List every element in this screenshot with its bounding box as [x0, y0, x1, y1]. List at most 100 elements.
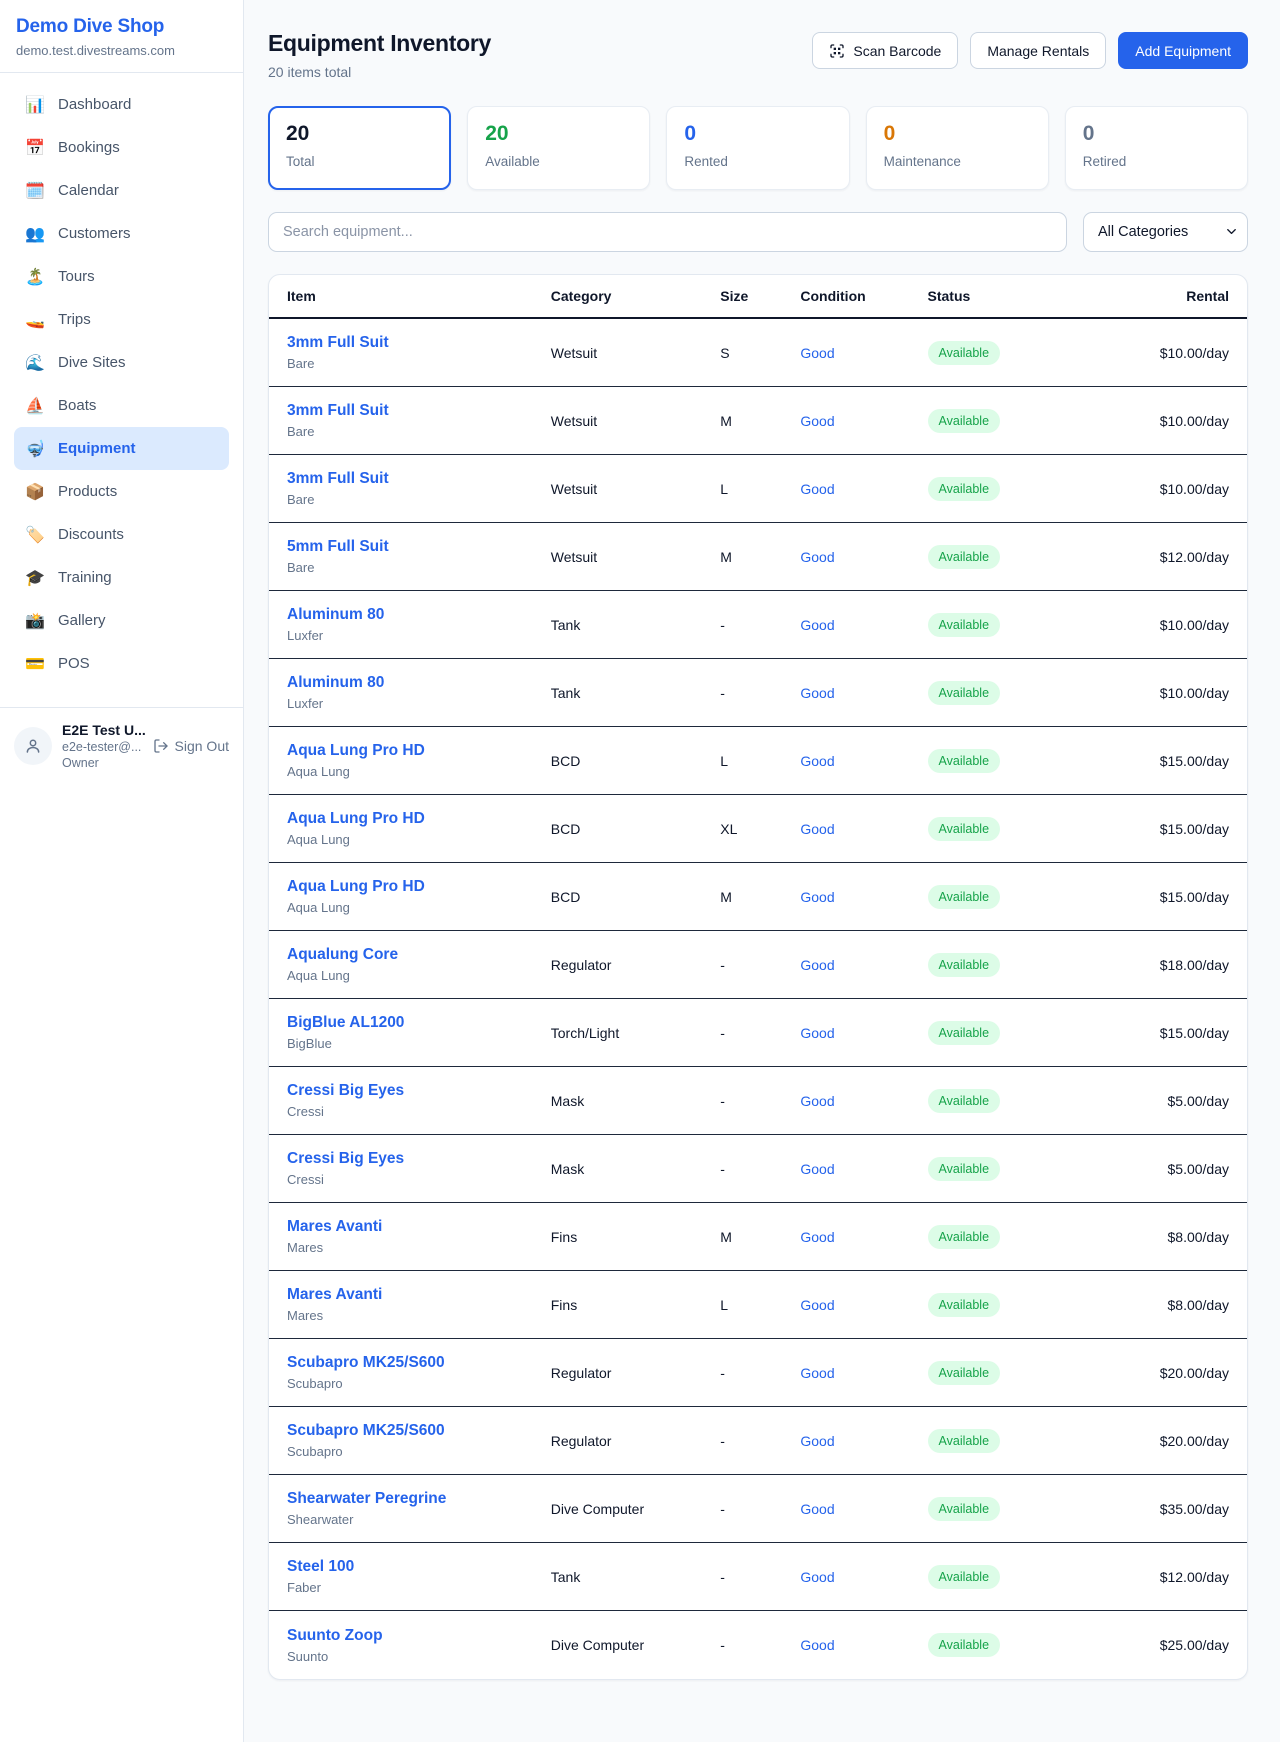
manage-rentals-button[interactable]: Manage Rentals	[970, 32, 1106, 69]
scan-barcode-button[interactable]: Scan Barcode	[812, 32, 958, 69]
stat-label: Maintenance	[884, 154, 1031, 169]
item-link[interactable]: 3mm Full Suit	[287, 470, 389, 487]
sidebar-item-dashboard[interactable]: 📊 Dashboard	[14, 83, 229, 126]
condition-link[interactable]: Good	[800, 413, 834, 429]
search-input[interactable]	[268, 212, 1067, 252]
condition-cell: Good	[800, 1025, 927, 1041]
condition-link[interactable]: Good	[800, 957, 834, 973]
size-cell: -	[720, 1093, 800, 1109]
condition-link[interactable]: Good	[800, 1569, 834, 1585]
status-cell: Available	[928, 1225, 1074, 1249]
condition-link[interactable]: Good	[800, 685, 834, 701]
sidebar-item-label: Training	[58, 569, 112, 586]
rental-cell: $10.00/day	[1074, 413, 1229, 429]
items-total-count: 20 items total	[268, 64, 491, 80]
status-cell: Available	[928, 1429, 1074, 1453]
stat-card-retired[interactable]: 0 Retired	[1065, 106, 1248, 190]
sign-out-button[interactable]: Sign Out	[153, 738, 229, 754]
item-brand: Scubapro	[287, 1444, 551, 1459]
category-cell: Wetsuit	[551, 413, 721, 429]
stat-card-available[interactable]: 20 Available	[467, 106, 650, 190]
item-link[interactable]: Mares Avanti	[287, 1218, 382, 1235]
item-link[interactable]: Aqua Lung Pro HD	[287, 878, 425, 895]
status-badge: Available	[928, 613, 1001, 637]
condition-link[interactable]: Good	[800, 1161, 834, 1177]
item-link[interactable]: Shearwater Peregrine	[287, 1490, 446, 1507]
sidebar-item-training[interactable]: 🎓 Training	[14, 556, 229, 599]
condition-link[interactable]: Good	[800, 889, 834, 905]
user-email: e2e-tester@...	[62, 740, 143, 754]
condition-cell: Good	[800, 1297, 927, 1313]
rental-cell: $12.00/day	[1074, 549, 1229, 565]
item-brand: BigBlue	[287, 1036, 551, 1051]
item-link[interactable]: Suunto Zoop	[287, 1627, 383, 1644]
page-header-text: Equipment Inventory 20 items total	[268, 30, 491, 80]
sidebar-item-bookings[interactable]: 📅 Bookings	[14, 126, 229, 169]
credit-card-icon: 💳	[25, 654, 45, 673]
sidebar-item-equipment[interactable]: 🤿 Equipment	[14, 427, 229, 470]
item-link[interactable]: BigBlue AL1200	[287, 1014, 404, 1031]
sidebar-item-discounts[interactable]: 🏷️ Discounts	[14, 513, 229, 556]
item-link[interactable]: Aluminum 80	[287, 606, 384, 623]
condition-cell: Good	[800, 685, 927, 701]
condition-link[interactable]: Good	[800, 549, 834, 565]
condition-link[interactable]: Good	[800, 1501, 834, 1517]
item-link[interactable]: 3mm Full Suit	[287, 402, 389, 419]
sidebar-item-gallery[interactable]: 📸 Gallery	[14, 599, 229, 642]
item-brand: Aqua Lung	[287, 900, 551, 915]
item-link[interactable]: Cressi Big Eyes	[287, 1082, 404, 1099]
condition-link[interactable]: Good	[800, 821, 834, 837]
item-link[interactable]: Aqua Lung Pro HD	[287, 810, 425, 827]
condition-link[interactable]: Good	[800, 1025, 834, 1041]
condition-link[interactable]: Good	[800, 1637, 834, 1653]
item-link[interactable]: Mares Avanti	[287, 1286, 382, 1303]
size-cell: -	[720, 1637, 800, 1653]
status-cell: Available	[928, 613, 1074, 637]
table-row: Cressi Big Eyes Cressi Mask - Good Avail…	[269, 1067, 1247, 1135]
sidebar-item-dive-sites[interactable]: 🌊 Dive Sites	[14, 341, 229, 384]
status-cell: Available	[928, 1633, 1074, 1657]
status-cell: Available	[928, 545, 1074, 569]
sidebar-item-products[interactable]: 📦 Products	[14, 470, 229, 513]
item-link[interactable]: Scubapro MK25/S600	[287, 1354, 445, 1371]
add-equipment-button[interactable]: Add Equipment	[1118, 32, 1248, 69]
sidebar-item-tours[interactable]: 🏝️ Tours	[14, 255, 229, 298]
item-link[interactable]: Aqua Lung Pro HD	[287, 742, 425, 759]
table-row: Scubapro MK25/S600 Scubapro Regulator - …	[269, 1339, 1247, 1407]
item-link[interactable]: Cressi Big Eyes	[287, 1150, 404, 1167]
item-link[interactable]: Aluminum 80	[287, 674, 384, 691]
sidebar-item-customers[interactable]: 👥 Customers	[14, 212, 229, 255]
condition-link[interactable]: Good	[800, 617, 834, 633]
condition-link[interactable]: Good	[800, 1093, 834, 1109]
condition-link[interactable]: Good	[800, 1297, 834, 1313]
condition-link[interactable]: Good	[800, 481, 834, 497]
app-root: Demo Dive Shop demo.test.divestreams.com…	[0, 0, 1280, 1742]
category-select[interactable]: All Categories	[1083, 212, 1248, 252]
item-cell: Aqua Lung Pro HD Aqua Lung	[287, 878, 551, 915]
status-badge: Available	[928, 1429, 1001, 1453]
stat-card-rented[interactable]: 0 Rented	[666, 106, 849, 190]
item-brand: Bare	[287, 560, 551, 575]
condition-link[interactable]: Good	[800, 1433, 834, 1449]
status-cell: Available	[928, 885, 1074, 909]
item-link[interactable]: Aqualung Core	[287, 946, 398, 963]
stat-label: Rented	[684, 154, 831, 169]
item-cell: Aqua Lung Pro HD Aqua Lung	[287, 810, 551, 847]
sidebar-item-boats[interactable]: ⛵ Boats	[14, 384, 229, 427]
sidebar-item-pos[interactable]: 💳 POS	[14, 642, 229, 685]
condition-link[interactable]: Good	[800, 345, 834, 361]
item-link[interactable]: 5mm Full Suit	[287, 538, 389, 555]
size-cell: M	[720, 889, 800, 905]
sidebar-item-calendar[interactable]: 🗓️ Calendar	[14, 169, 229, 212]
condition-link[interactable]: Good	[800, 1229, 834, 1245]
category-cell: Tank	[551, 617, 721, 633]
item-link[interactable]: 3mm Full Suit	[287, 334, 389, 351]
stat-card-maintenance[interactable]: 0 Maintenance	[866, 106, 1049, 190]
sidebar-item-trips[interactable]: 🚤 Trips	[14, 298, 229, 341]
stat-card-total[interactable]: 20 Total	[268, 106, 451, 190]
condition-link[interactable]: Good	[800, 753, 834, 769]
tag-icon: 🏷️	[25, 525, 45, 544]
item-link[interactable]: Scubapro MK25/S600	[287, 1422, 445, 1439]
item-link[interactable]: Steel 100	[287, 1558, 354, 1575]
condition-link[interactable]: Good	[800, 1365, 834, 1381]
